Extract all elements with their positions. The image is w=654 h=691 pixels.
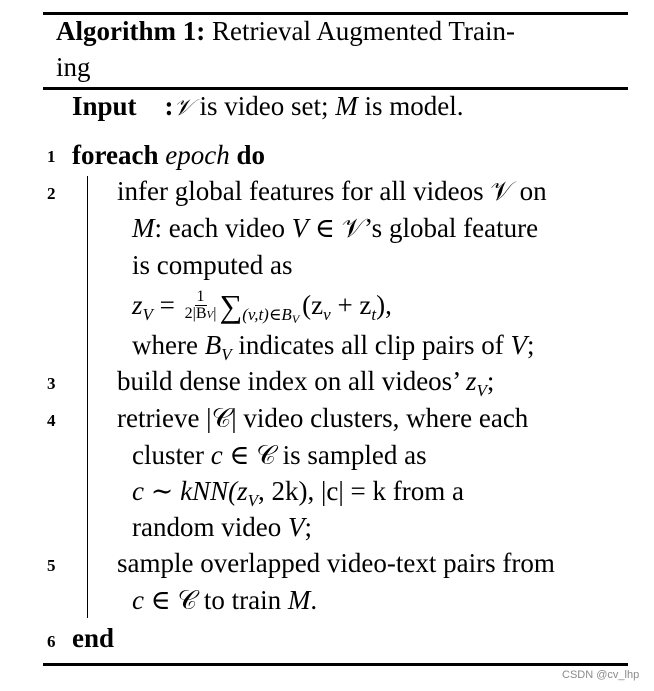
den-end: |	[213, 304, 217, 322]
model-symbol: M	[132, 213, 155, 243]
model-symbol: M	[287, 585, 311, 615]
line-number-4: 4	[47, 411, 56, 430]
text: , 2k), |c| = k from a	[258, 476, 464, 506]
line-4-text-3: c ∼ kNN(zV, 2k), |c| = k from a	[132, 476, 464, 516]
line-3: build dense index on all videos’ zV;	[117, 366, 494, 406]
knn-expression: c ∼ kNN(z	[132, 476, 248, 506]
fraction-denominator: 2|BV|	[184, 304, 217, 323]
cluster-symbol: c	[210, 440, 223, 470]
line-4-text-1: retrieve |𝒞| video clusters, where each	[117, 403, 529, 433]
loop-variable: epoch	[165, 140, 230, 170]
sub: V	[476, 381, 487, 400]
keyword-end: end	[72, 623, 115, 653]
keyword-do: do	[236, 140, 265, 170]
line-number-1: 1	[47, 147, 56, 166]
line-1: foreach epoch do	[72, 140, 265, 170]
text: .	[310, 585, 318, 615]
line-number-2: 2	[47, 184, 56, 203]
formula-global-feature: zV = 1 2|BV| ∑(v,t)∈BV (zv + zt),	[132, 287, 392, 334]
formula-rhs: (z	[302, 290, 324, 320]
algorithm-title-line1: Retrieval Augmented Train-	[211, 16, 515, 46]
top-rule	[43, 12, 628, 15]
fraction-numerator: 1	[194, 287, 207, 306]
caption-rule	[43, 87, 628, 90]
text: build dense index on all videos’	[117, 366, 466, 396]
algorithm-caption: Algorithm 1: Retrieval Augmented Train-	[56, 16, 515, 46]
z-symbol: z	[465, 366, 477, 396]
clip-pairs-symbol: B	[204, 330, 222, 360]
formula-lhs-sub: V	[142, 305, 153, 324]
fraction: 1 2|BV|	[184, 287, 217, 323]
text: indicates all clip pairs of	[231, 330, 511, 360]
sub: V	[247, 491, 258, 510]
text: ∈ 𝒱’s global feature	[308, 213, 539, 243]
input-line: Input:𝒱 is video set; M is model.	[72, 91, 463, 123]
line-number-6: 6	[47, 632, 56, 651]
input-sep: :	[164, 91, 174, 121]
rhs-plus: + z	[330, 290, 372, 320]
text: where	[132, 330, 205, 360]
line-5-text-1: sample overlapped video-text pairs from	[117, 548, 555, 578]
den: 2|B	[184, 304, 207, 322]
line-4-text-2: cluster c ∈ 𝒞 is sampled as	[132, 440, 427, 470]
line-2-text-1: infer global features for all videos 𝒱 o…	[117, 176, 547, 206]
text: cluster	[132, 440, 211, 470]
loop-body-bar	[87, 176, 89, 618]
text: ∈ 𝒞 is sampled as	[222, 440, 427, 470]
sub: V	[221, 345, 232, 364]
text: ;	[304, 512, 312, 542]
keyword-foreach: foreach	[72, 140, 159, 170]
formula-lhs: z	[132, 290, 143, 320]
equals: =	[152, 290, 182, 320]
input-label: Input	[72, 91, 137, 121]
cluster-symbol: c	[132, 585, 144, 615]
text: random video	[132, 512, 288, 542]
text: ;	[486, 366, 495, 396]
line-2-text-2: M: each video V ∈ 𝒱’s global feature	[132, 213, 538, 243]
rhs-sub-1: v	[323, 305, 331, 324]
sum-subscript-2: V	[291, 312, 300, 326]
input-text-1: is video set;	[192, 91, 336, 121]
sum-symbol: ∑	[219, 288, 243, 324]
line-number-5: 5	[47, 556, 56, 575]
line-2-text-3: is computed as	[132, 250, 293, 280]
algorithm-title-line2: ing	[56, 52, 91, 82]
bottom-rule	[43, 663, 628, 666]
input-text-2: is model.	[357, 91, 464, 121]
watermark: CSDN @cv_lhp	[562, 669, 640, 681]
video-set-symbol: 𝒱	[173, 95, 193, 121]
line-4-text-4: random video V;	[132, 512, 312, 542]
text: ;	[527, 330, 535, 360]
video-symbol: V	[510, 330, 528, 360]
line-number-3: 3	[47, 374, 56, 393]
model-symbol: M	[335, 91, 358, 121]
video-symbol: V	[287, 512, 305, 542]
video-symbol: V	[291, 213, 309, 243]
text: : each video	[154, 213, 292, 243]
text: ∈ 𝒞 to train	[143, 585, 288, 615]
sum-subscript: (v,t)∈B	[242, 305, 292, 324]
line-5-text-2: c ∈ 𝒞 to train M.	[132, 585, 317, 615]
line-2-text-5: where BV indicates all clip pairs of V;	[132, 330, 535, 370]
rhs-end: ),	[376, 290, 392, 320]
algorithm-label: Algorithm 1:	[56, 16, 206, 46]
